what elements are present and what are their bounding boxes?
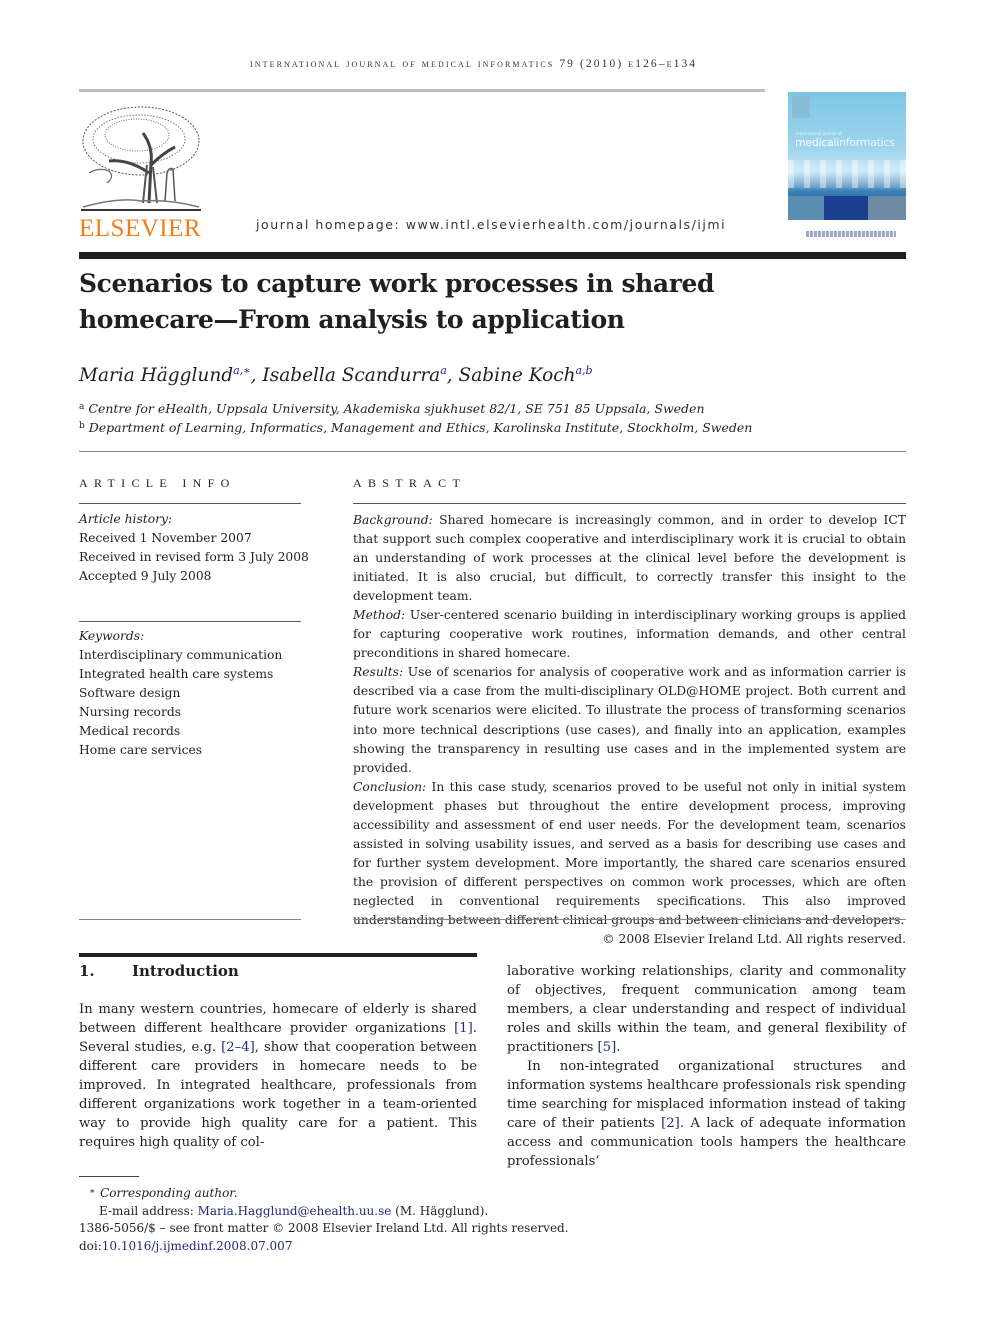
cover-elsevier-mini-logo	[792, 96, 810, 118]
author-affiliation-mark[interactable]: a	[440, 364, 447, 377]
title-line-1: Scenarios to capture work processes in s…	[79, 269, 715, 298]
abstract-conclusion: Conclusion: In this case study, scenario…	[353, 778, 906, 930]
keywords-divider	[79, 621, 301, 622]
author-name: Sabine Koch	[458, 365, 576, 386]
history-item: Received 1 November 2007	[79, 531, 252, 545]
tree-icon	[81, 106, 201, 211]
keyword: Software design	[79, 686, 181, 700]
affiliation-mark: a	[79, 402, 85, 412]
history-item: Accepted 9 July 2008	[79, 569, 212, 583]
cover-caption	[806, 231, 896, 237]
abstract-label: Results:	[353, 665, 404, 680]
citation-link[interactable]: [5]	[598, 1040, 617, 1055]
email-suffix: (M. Hägglund).	[391, 1203, 489, 1218]
author-affiliation-mark[interactable]: a,∗	[233, 364, 251, 377]
footnote-divider	[79, 1176, 139, 1177]
title-line-2: homecare—From analysis to application	[79, 305, 625, 334]
front-matter-note: 1386-5056/$ – see front matter © 2008 El…	[79, 1221, 569, 1235]
keyword: Medical records	[79, 724, 181, 738]
elsevier-tree-logo	[79, 103, 203, 213]
cover-title-part2: informatics	[836, 136, 895, 149]
cover-title: medicalinformatics	[795, 136, 895, 149]
doi-link[interactable]: 10.1016/j.ijmedinf.2008.07.007	[102, 1239, 293, 1253]
title-divider	[79, 252, 906, 259]
body-column-right: laborative working relationships, clarit…	[507, 962, 906, 1171]
section-title: Introduction	[132, 962, 239, 980]
article-info-divider	[79, 503, 301, 504]
abstract-text: Shared homecare is increasingly common, …	[353, 513, 906, 604]
abstract-bottom-divider	[353, 919, 906, 920]
citation-link[interactable]: [1]	[454, 1021, 473, 1036]
paragraph-text: In many western countries, homecare of e…	[79, 1002, 477, 1036]
abstract-body: Background: Shared homecare is increasin…	[353, 511, 906, 949]
footnote-mark: ∗	[89, 1187, 96, 1197]
keywords-label: Keywords:	[79, 629, 145, 643]
abstract-copyright: © 2008 Elsevier Ireland Ltd. All rights …	[602, 932, 906, 947]
abstract-results: Results: Use of scenarios for analysis o…	[353, 663, 906, 777]
journal-homepage-link[interactable]: journal homepage: www.intl.elsevierhealt…	[256, 217, 726, 232]
abstract-heading: abstract	[353, 476, 467, 490]
corresponding-author-label: Corresponding author.	[100, 1186, 238, 1200]
running-head: International Journal of Medical Informa…	[250, 58, 698, 70]
history-label: Article history:	[79, 512, 173, 526]
section-number: 1.	[79, 962, 95, 980]
email-label: E-mail address:	[99, 1203, 198, 1218]
header-divider	[79, 89, 765, 92]
affiliation: b Department of Learning, Informatics, Ma…	[79, 420, 752, 435]
affiliation-text: Centre for eHealth, Uppsala University, …	[88, 401, 705, 416]
corresponding-author-note: ∗ Corresponding author.	[79, 1184, 569, 1203]
author-name: Maria Hägglund	[79, 365, 234, 386]
footnotes: ∗ Corresponding author. E-mail address: M…	[79, 1184, 569, 1255]
elsevier-wordmark: ELSEVIER	[79, 215, 202, 242]
section-divider	[79, 953, 477, 957]
doi-note: doi:10.1016/j.ijmedinf.2008.07.007	[79, 1238, 569, 1256]
affiliation: a Centre for eHealth, Uppsala University,…	[79, 401, 705, 416]
cover-photo-device	[868, 196, 906, 220]
keyword: Nursing records	[79, 705, 182, 719]
cover-light-strip	[788, 160, 906, 188]
abstract-divider	[353, 503, 906, 504]
abstract-text: Use of scenarios for analysis of coopera…	[353, 665, 906, 775]
article-title: Scenarios to capture work processes in s…	[79, 266, 779, 338]
abstract-text: In this case study, scenarios proved to …	[353, 779, 906, 927]
doi-label: doi:	[79, 1238, 102, 1253]
body-column-left: In many western countries, homecare of e…	[79, 1000, 477, 1152]
author-affiliation-mark[interactable]: a,b	[576, 364, 593, 377]
abstract-background: Background: Shared homecare is increasin…	[353, 511, 906, 606]
paragraph-text: .	[616, 1040, 621, 1055]
author-list: Maria Hägglunda,∗, Isabella Scandurraa, …	[79, 364, 593, 386]
article-history: Article history: Received 1 November 200…	[79, 510, 309, 586]
paragraph: In many western countries, homecare of e…	[79, 1000, 477, 1152]
abstract-label: Background:	[353, 513, 433, 527]
cover-title-part1: medical	[795, 136, 837, 149]
keywords-list: Keywords: Interdisciplinary communicatio…	[79, 627, 309, 760]
affiliation-mark: b	[79, 421, 85, 431]
cover-photo-patient	[788, 196, 824, 220]
keyword: Interdisciplinary communication	[79, 648, 283, 662]
paragraph: laborative working relationships, clarit…	[507, 962, 906, 1057]
author-name: Isabella Scandurra	[262, 365, 441, 386]
citation-link[interactable]: [2]	[661, 1116, 680, 1131]
article-info-heading: article info	[79, 476, 236, 490]
section-heading-introduction: 1. Introduction	[79, 962, 239, 980]
paragraph-text: , show that cooperation between differen…	[79, 1040, 477, 1150]
keyword: Home care services	[79, 743, 203, 757]
affiliation-text: Department of Learning, Informatics, Man…	[88, 420, 753, 435]
abstract-text: User-centered scenario building in inter…	[353, 608, 906, 661]
abstract-label: Conclusion:	[353, 779, 427, 794]
history-item: Received in revised form 3 July 2008	[79, 550, 309, 564]
paragraph-text: laborative working relationships, clarit…	[507, 964, 906, 1055]
abstract-method: Method: User-centered scenario building …	[353, 606, 906, 663]
abstract-label: Method:	[353, 608, 406, 623]
keyword: Integrated health care systems	[79, 667, 274, 681]
email-note: E-mail address: Maria.Hagglund@ehealth.u…	[79, 1203, 569, 1221]
article-info-bottom-divider	[79, 919, 301, 920]
citation-link[interactable]: [2–4]	[221, 1040, 255, 1055]
paragraph: In non-integrated organizational structu…	[507, 1057, 906, 1171]
cover-photo-data	[824, 196, 868, 220]
email-link[interactable]: Maria.Hagglund@ehealth.uu.se	[198, 1204, 392, 1218]
affiliation-divider	[79, 451, 906, 452]
